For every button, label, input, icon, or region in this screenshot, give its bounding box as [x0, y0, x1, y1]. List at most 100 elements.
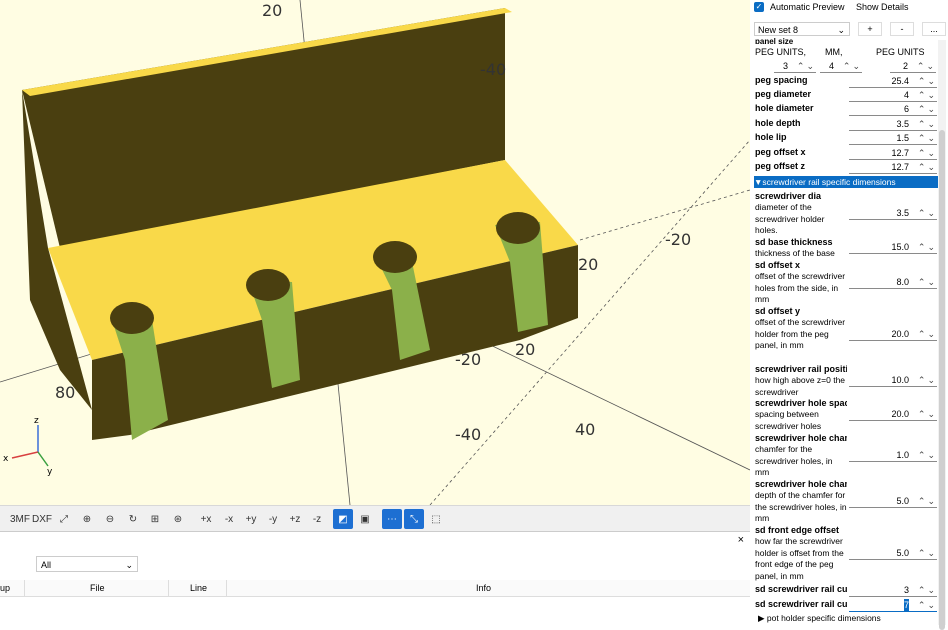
error-log-pane: × All ⌄ up File Line Info — [0, 531, 750, 626]
param-input[interactable]: 15.0 ⌃⌄ — [849, 241, 937, 254]
param-description: how high above z=0 the screwdriver — [755, 375, 846, 397]
param-input[interactable]: 6 ⌃⌄ — [849, 103, 937, 116]
orthographic-icon[interactable]: ▣ — [355, 509, 375, 529]
param-label: sd screwdriver rail cut — [755, 584, 847, 594]
param-label: peg offset z — [755, 161, 806, 171]
param-input[interactable]: 20.0 ⌃⌄ — [849, 408, 937, 421]
param-input[interactable]: 4 ⌃⌄ — [849, 89, 937, 102]
param-input[interactable]: 5.0 ⌃⌄ — [849, 495, 937, 508]
param-input[interactable]: 1.0 ⌃⌄ — [849, 449, 937, 462]
section-screwdriver-rail[interactable]: ▼screwdriver rail specific dimensions — [754, 176, 939, 188]
param-input[interactable]: 1.5 ⌃⌄ — [849, 132, 937, 145]
remove-preset-button[interactable]: - — [890, 22, 914, 36]
section-pot-holder[interactable]: ▶ pot holder specific dimensions — [758, 613, 881, 624]
param-description: diameter of the screwdriver holder holes… — [755, 202, 825, 235]
export-3mf-button[interactable]: 3MF — [10, 509, 30, 529]
customizer-panel: ✓ Automatic Preview Show Details New set… — [750, 0, 948, 625]
log-header: up File Line Info — [0, 580, 750, 597]
param-input[interactable]: 3.5 ⌃⌄ — [849, 118, 937, 131]
param-input[interactable]: 5.0 ⌃⌄ — [849, 547, 937, 560]
column-header[interactable]: Info — [476, 583, 491, 593]
auto-preview-checkbox[interactable]: ✓ — [754, 2, 764, 12]
units-label: MM, — [825, 47, 843, 57]
param-input[interactable]: 8.0 ⌃⌄ — [849, 276, 937, 289]
units-label: PEG UNITS — [876, 47, 925, 57]
view-bottom-icon[interactable]: -z — [307, 509, 327, 529]
close-icon[interactable]: × — [738, 534, 744, 546]
param-label: hole diameter — [755, 103, 814, 113]
units-label: PEG UNITS, — [755, 47, 807, 57]
view-right-icon[interactable]: +x — [196, 509, 216, 529]
axes-gizmo: z x y — [3, 416, 53, 477]
param-input[interactable]: 3.5 ⌃⌄ — [849, 207, 937, 220]
param-label: sd screwdriver rail cut — [755, 599, 847, 609]
param-label: screwdriver hole spaci — [755, 398, 847, 408]
param-label: screwdriver rail positio — [755, 364, 847, 374]
view-back-icon[interactable]: +y — [241, 509, 261, 529]
param-input[interactable]: 20.0 ⌃⌄ — [849, 328, 937, 341]
perspective-mode-icon[interactable]: ◩ — [333, 509, 353, 529]
axis-label: -20 — [455, 350, 481, 369]
export-dxf-button[interactable]: DXF — [32, 509, 52, 529]
column-header[interactable]: Line — [190, 583, 207, 593]
param-label: sd offset x — [755, 260, 801, 270]
zoom-out-icon[interactable]: ⊖ — [100, 509, 120, 529]
zoom-in-icon[interactable]: ⊕ — [77, 509, 97, 529]
show-edges-icon[interactable]: ⬚ — [426, 509, 446, 529]
param-input[interactable]: 12.7 ⌃⌄ — [849, 161, 937, 174]
model-render: 20 -40 -20 20 80 40 -40 -20 20 z x y — [0, 0, 750, 505]
column-header[interactable]: up — [0, 583, 10, 593]
param-description: chamfer for the screwdriver holes, in mm — [755, 444, 833, 477]
param-label: sd offset y — [755, 306, 801, 316]
param-description: spacing between screwdriver holes — [755, 409, 822, 431]
param-label: peg diameter — [755, 89, 812, 99]
param-label: sd base thickness — [755, 237, 833, 247]
filter-value: All — [41, 560, 52, 570]
show-details-select[interactable]: Show Details — [852, 0, 940, 14]
param-label: sd front edge offset — [755, 525, 840, 535]
view-front-icon[interactable]: -y — [263, 509, 283, 529]
3d-viewport[interactable]: 20 -40 -20 20 80 40 -40 -20 20 z x y — [0, 0, 750, 505]
param-input[interactable]: 12.7 ⌃⌄ — [849, 147, 937, 160]
show-axes-icon[interactable]: ⋯ — [382, 509, 402, 529]
group-label: panel size — [755, 37, 794, 44]
axis-label: 20 — [578, 255, 598, 274]
param-description: depth of the chamfer for the screwdriver… — [755, 490, 847, 523]
vector-input[interactable]: 4 ⌃⌄ — [820, 60, 862, 73]
center-icon[interactable]: ⊛ — [168, 509, 188, 529]
svg-text:y: y — [47, 467, 53, 477]
param-input[interactable]: 10.0 ⌃⌄ — [849, 374, 937, 387]
panel-scrollbar[interactable] — [938, 40, 946, 630]
param-input[interactable]: 3 ⌃⌄ — [849, 584, 937, 597]
axis-label: 40 — [575, 420, 595, 439]
vector-input[interactable]: 2 ⌃⌄ — [890, 60, 936, 73]
filter-select[interactable]: All ⌄ — [36, 556, 138, 572]
view-top-icon[interactable]: +z — [285, 509, 305, 529]
perspective-icon[interactable]: ⊞ — [145, 509, 165, 529]
show-scale-icon[interactable]: ⤡ — [404, 509, 424, 529]
param-label: screwdriver dia — [755, 191, 822, 201]
param-input[interactable]: 25.4 ⌃⌄ — [849, 75, 937, 88]
axis-label: -40 — [455, 425, 481, 444]
view-all-icon[interactable]: ⤢ — [54, 509, 74, 529]
reset-view-icon[interactable]: ↻ — [123, 509, 143, 529]
column-header[interactable]: File — [90, 583, 105, 593]
param-label: screwdriver hole cham — [755, 479, 847, 489]
more-button[interactable]: ... — [922, 22, 946, 36]
param-input-active[interactable]: 7 ⌃⌄ — [849, 599, 937, 612]
param-label: hole depth — [755, 118, 801, 128]
param-label: screwdriver hole cham — [755, 433, 847, 443]
view-left-icon[interactable]: -x — [219, 509, 239, 529]
param-description: offset of the screwdriver holder from th… — [755, 317, 846, 350]
param-label: peg spacing — [755, 75, 808, 85]
view-toolbar: 3MF DXF ⤢ ⊕ ⊖ ↻ ⊞ ⊛ +x -x +y -y +z -z ◩ … — [0, 505, 750, 532]
add-preset-button[interactable]: + — [858, 22, 882, 36]
axis-label: 80 — [55, 383, 75, 402]
preset-select[interactable]: New set 8 ⌄ — [754, 22, 850, 36]
axis-label: -20 — [665, 230, 691, 249]
chevron-down-icon: ⌄ — [125, 560, 133, 570]
auto-preview-label: Automatic Preview — [770, 2, 845, 12]
axis-label: -40 — [480, 60, 506, 79]
axis-label: 20 — [515, 340, 535, 359]
vector-input[interactable]: 3 ⌃⌄ — [774, 60, 816, 73]
